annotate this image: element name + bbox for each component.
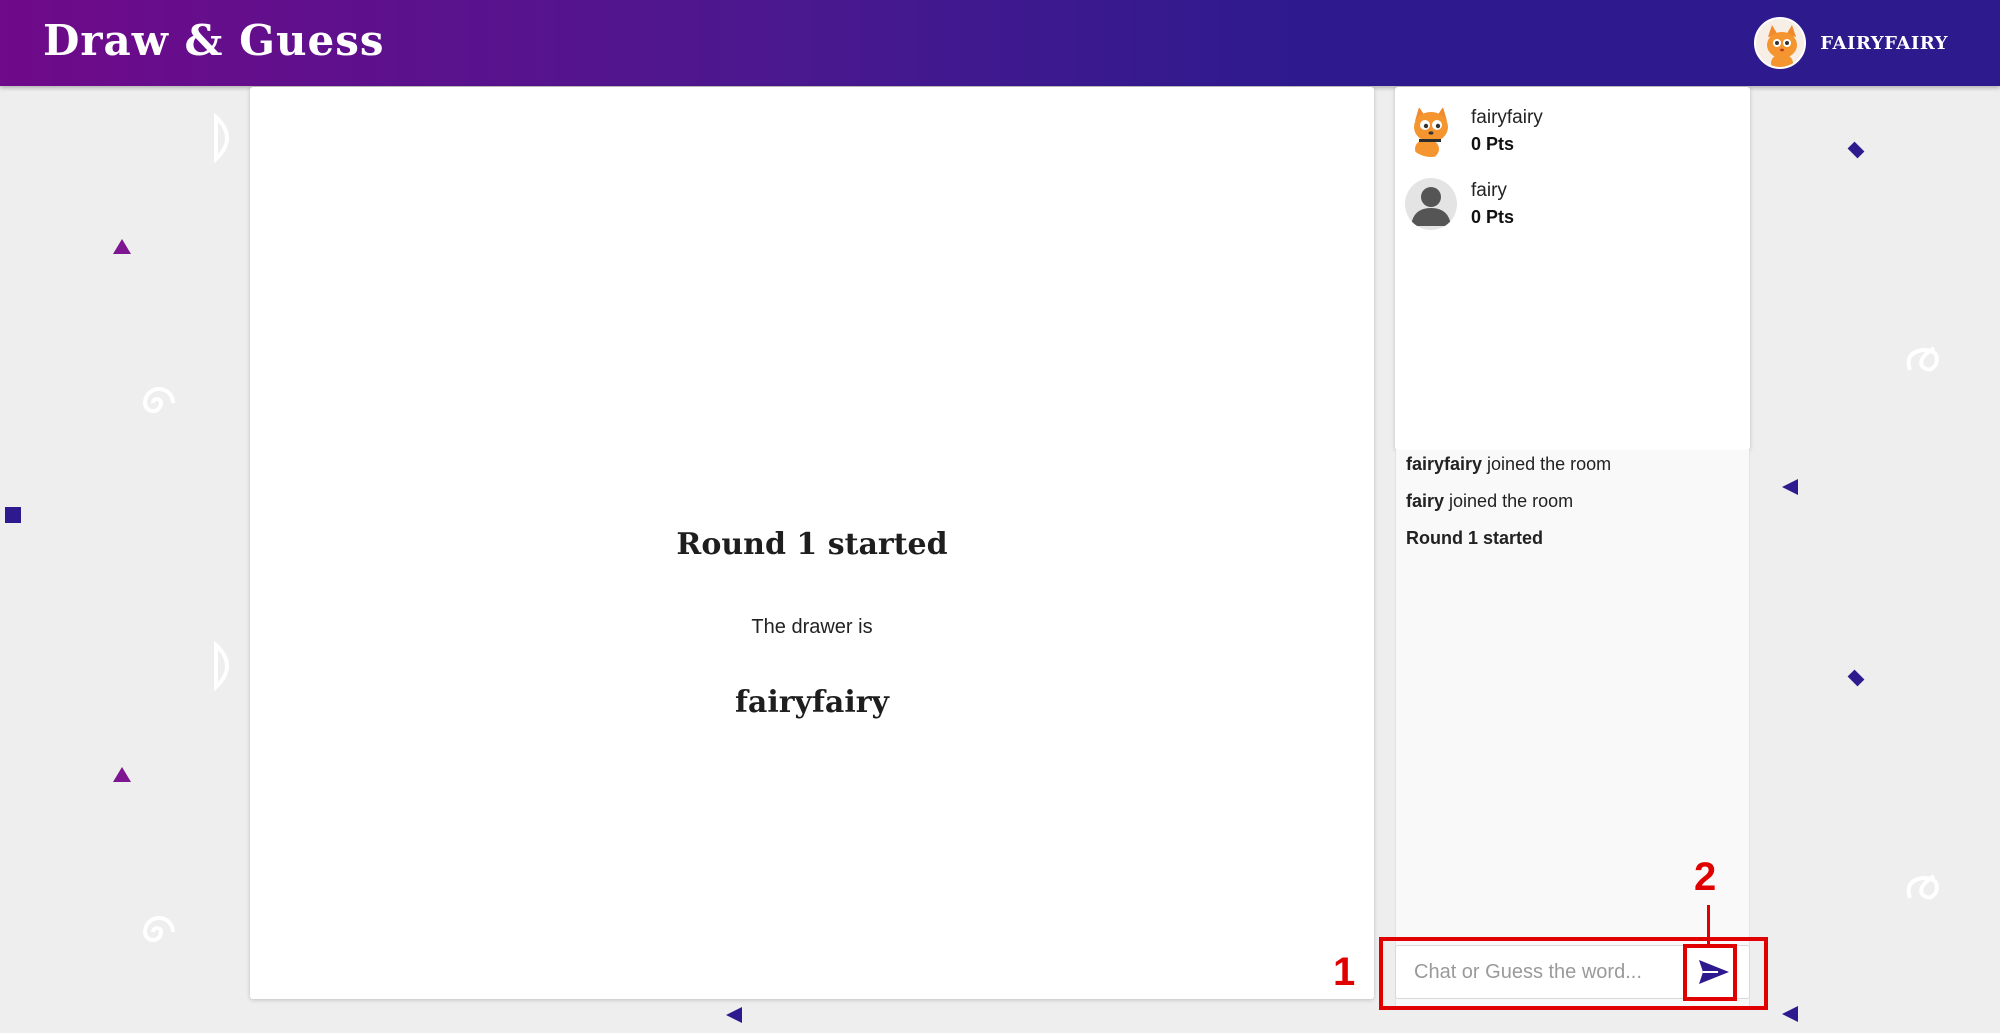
- chat-message: Round 1 started: [1406, 528, 1544, 548]
- decoration-diamond: [1847, 669, 1865, 687]
- cat-avatar-icon: [1405, 105, 1457, 157]
- player-name: fairyfairy: [1471, 106, 1543, 128]
- decoration-swirl: [1900, 866, 1944, 915]
- top-app-bar: Draw & Guess FAIRYFAIRY: [0, 0, 2000, 86]
- decoration-spiral: [135, 910, 179, 959]
- app-title: Draw & Guess: [43, 16, 385, 65]
- annotation-box-send-button: [1683, 944, 1737, 1001]
- drawing-canvas[interactable]: Round 1 started The drawer is fairyfairy: [250, 87, 1374, 999]
- current-user-name: FAIRYFAIRY: [1820, 32, 1948, 54]
- player-name: fairy: [1471, 179, 1507, 201]
- default-user-icon: [1405, 177, 1457, 230]
- decoration-spiral: [135, 381, 179, 430]
- decoration-flag: [1782, 1006, 1798, 1022]
- current-user-chip[interactable]: FAIRYFAIRY: [1754, 17, 1948, 69]
- chat-panel: fairyfairy joined the room fairy joined …: [1395, 450, 1750, 1010]
- decoration-flag: [1782, 479, 1798, 495]
- decoration-square: [5, 507, 21, 523]
- player-row: fairyfairy 0 Pts: [1395, 94, 1750, 167]
- drawer-label: The drawer is: [751, 616, 873, 638]
- cat-avatar-icon: [1754, 17, 1807, 69]
- players-list: fairyfairy 0 Pts fairy 0 Pts: [1395, 87, 1750, 450]
- chat-message: fairy joined the room: [1406, 491, 1574, 511]
- player-points: 0 Pts: [1471, 133, 1515, 154]
- decoration-triangle: [113, 767, 131, 782]
- drawer-name: fairyfairy: [735, 685, 889, 720]
- annotation-label-1: 1: [1333, 950, 1356, 994]
- annotation-leader-line: [1707, 905, 1710, 945]
- decoration-diamond: [1847, 141, 1865, 159]
- chat-message: fairyfairy joined the room: [1406, 454, 1612, 474]
- player-row: fairy 0 Pts: [1395, 167, 1750, 240]
- round-announcement: Round 1 started: [676, 527, 948, 562]
- decoration-swirl: [1900, 338, 1944, 387]
- decoration-moon: [210, 112, 240, 168]
- decoration-moon: [210, 640, 240, 696]
- player-points: 0 Pts: [1471, 206, 1515, 227]
- decoration-triangle: [113, 239, 131, 254]
- decoration-flag: [726, 1007, 742, 1023]
- annotation-label-2: 2: [1694, 855, 1717, 899]
- chat-messages: fairyfairy joined the room fairy joined …: [1396, 450, 1749, 561]
